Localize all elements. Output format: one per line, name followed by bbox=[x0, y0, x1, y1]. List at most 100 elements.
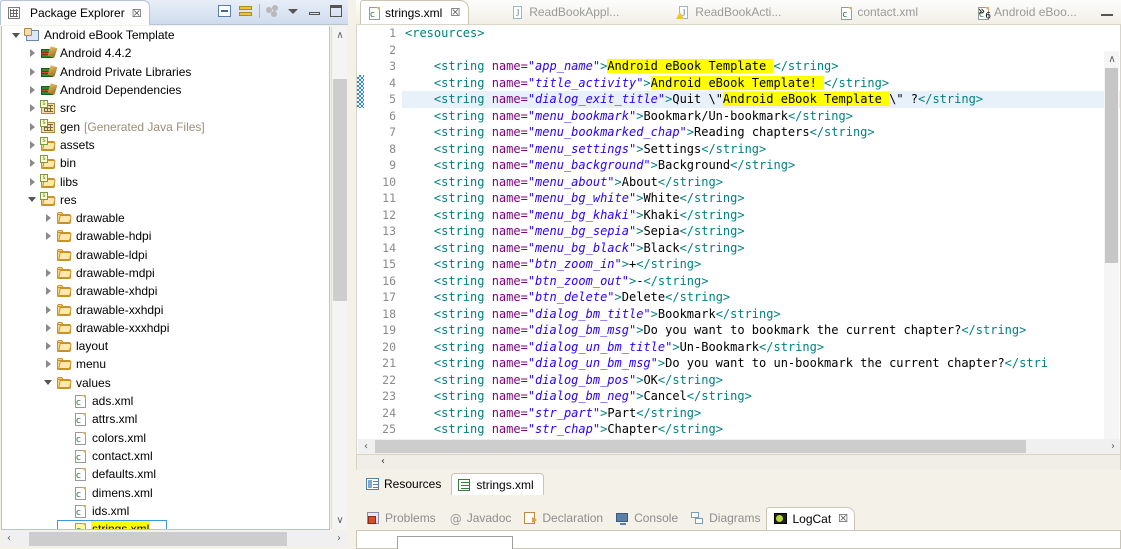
code-line[interactable]: <string name="str_chap">Chapter</string> bbox=[402, 421, 1120, 438]
code-line[interactable]: <string name="dialog_bm_neg">Cancel</str… bbox=[402, 388, 1120, 405]
code-line[interactable]: <string name="dialog_bm_msg">Do you want… bbox=[402, 322, 1120, 339]
code-line[interactable]: <string name="dialog_exit_title">Quit \"… bbox=[402, 91, 1120, 108]
editor-horizontal-scrollbar[interactable]: ‹ › bbox=[358, 439, 1120, 454]
code-line[interactable]: <string name="dialog_un_bm_msg">Do you w… bbox=[402, 355, 1120, 372]
tree-item-dimens-xml[interactable]: c dimens.xml bbox=[2, 483, 329, 501]
code-line[interactable]: <string name="menu_bg_black">Black</stri… bbox=[402, 240, 1120, 257]
tree-item-contact-xml[interactable]: c contact.xml bbox=[2, 447, 329, 465]
code-line[interactable]: <string name="btn_delete">Delete</string… bbox=[402, 289, 1120, 306]
chevron-right-icon[interactable] bbox=[43, 268, 54, 279]
code-line[interactable]: <string name="menu_about">About</string> bbox=[402, 174, 1120, 191]
code-line[interactable] bbox=[402, 42, 1120, 59]
chevron-down-icon[interactable] bbox=[43, 377, 54, 388]
tree-item-drawable[interactable]: drawable bbox=[2, 209, 329, 227]
scroll-left-arrow-icon[interactable]: ‹ bbox=[358, 439, 374, 454]
chevron-down-icon[interactable] bbox=[11, 30, 22, 41]
bottom-tab-console[interactable]: Console bbox=[609, 507, 684, 529]
tree-item-android-ebook-template[interactable]: Android eBook Template bbox=[2, 26, 329, 44]
bottom-tab-problems[interactable]: Problems bbox=[360, 507, 442, 529]
chevron-right-icon[interactable] bbox=[43, 231, 54, 242]
tree-item-drawable-xxxhdpi[interactable]: drawable-xxxhdpi bbox=[2, 319, 329, 337]
explorer-hscroll-thumb[interactable] bbox=[29, 532, 287, 546]
editor-tab-contact-xml[interactable]: c contact.xml bbox=[833, 0, 926, 24]
editor-vscroll-thumb[interactable] bbox=[1105, 68, 1118, 263]
chevron-right-icon[interactable] bbox=[27, 176, 38, 187]
bottom-tab-logcat[interactable]: LogCat ☒ bbox=[766, 506, 856, 530]
close-icon[interactable]: ☒ bbox=[838, 512, 848, 525]
tree-item-layout[interactable]: layout bbox=[2, 337, 329, 355]
chevron-down-icon[interactable] bbox=[27, 194, 38, 205]
focus-active-task-icon[interactable] bbox=[265, 3, 281, 19]
link-with-editor-icon[interactable] bbox=[238, 3, 254, 19]
code-line[interactable]: <string name="app_name">Android eBook Te… bbox=[402, 58, 1120, 75]
code-line[interactable]: <string name="menu_bg_sepia">Sepia</stri… bbox=[402, 223, 1120, 240]
explorer-vertical-scrollbar[interactable]: ∧ ∨ bbox=[331, 27, 347, 529]
chevron-right-icon[interactable] bbox=[43, 322, 54, 333]
tree-item-android-4-4-2[interactable]: Android 4.4.2 bbox=[2, 44, 329, 62]
tree-item-android-dependencies[interactable]: Android Dependencies bbox=[2, 81, 329, 99]
source-editor[interactable]: 1 2 3 4 5 6 7 8 9 10 11 12 13 14 15 16 17 18 19 20 21 22 23 24 2… bbox=[356, 25, 1121, 455]
tree-item-drawable-hdpi[interactable]: drawable-hdpi bbox=[2, 227, 329, 245]
code-line[interactable]: <string name="btn_zoom_out">-</string> bbox=[402, 273, 1120, 290]
code-line[interactable]: <string name="btn_zoom_in">+</string> bbox=[402, 256, 1120, 273]
close-icon[interactable]: ☒ bbox=[132, 7, 142, 20]
chevron-right-icon[interactable] bbox=[43, 213, 54, 224]
close-icon[interactable]: ☒ bbox=[450, 6, 460, 19]
code-line[interactable]: <string name="menu_bg_khaki">Khaki</stri… bbox=[402, 207, 1120, 224]
collapse-left-icon[interactable]: ‹ bbox=[381, 456, 385, 467]
tree-item-ids-xml[interactable]: c ids.xml bbox=[2, 502, 329, 520]
code-line[interactable]: <string name="dialog_bm_pos">OK</string> bbox=[402, 372, 1120, 389]
editor-vertical-scrollbar[interactable]: ∧ ∨ bbox=[1104, 51, 1120, 454]
tree-item-colors-xml[interactable]: c colors.xml bbox=[2, 429, 329, 447]
scroll-up-arrow-icon[interactable]: ∧ bbox=[332, 27, 348, 44]
chevron-right-icon[interactable] bbox=[27, 66, 38, 77]
code-line[interactable]: <string name="dialog_un_bm_title">Un-Boo… bbox=[402, 339, 1120, 356]
code-text[interactable]: <resources> <string name="app_name">Andr… bbox=[402, 25, 1120, 454]
code-line[interactable]: <string name="dialog_bm_title">Bookmark<… bbox=[402, 306, 1120, 323]
scroll-down-arrow-icon[interactable]: ∨ bbox=[332, 512, 348, 529]
tree-item-strings-xml[interactable]: cstrings.xml bbox=[2, 520, 329, 529]
chevron-right-icon[interactable] bbox=[27, 139, 38, 150]
chevron-right-icon[interactable] bbox=[27, 121, 38, 132]
minimize-icon[interactable] bbox=[307, 3, 323, 19]
editor-tab-strings-xml[interactable]: c strings.xml ☒ bbox=[360, 0, 470, 24]
code-line[interactable]: <string name="title_activity">Android eB… bbox=[402, 75, 1120, 92]
tree-item-drawable-xxhdpi[interactable]: drawable-xxhdpi bbox=[2, 300, 329, 318]
scroll-up-arrow-icon[interactable]: ∧ bbox=[1104, 51, 1120, 68]
tree-item-gen[interactable]: s gen [Generated Java Files] bbox=[2, 117, 329, 135]
tree-item-ads-xml[interactable]: c ads.xml bbox=[2, 392, 329, 410]
chevron-right-icon[interactable] bbox=[27, 158, 38, 169]
form-tab-strings-xml[interactable]: strings.xml bbox=[451, 473, 544, 495]
tree-item-values[interactable]: values bbox=[2, 374, 329, 392]
editor-tab-readbookacti[interactable]: J ReadBookActi... bbox=[671, 0, 789, 24]
tree-item-drawable-mdpi[interactable]: drawable-mdpi bbox=[2, 264, 329, 282]
chevron-right-icon[interactable] bbox=[27, 103, 38, 114]
view-menu-icon[interactable] bbox=[286, 3, 302, 19]
explorer-vscroll-thumb[interactable] bbox=[333, 79, 347, 301]
chevron-right-icon[interactable] bbox=[27, 85, 38, 96]
scroll-left-arrow-icon[interactable]: ‹ bbox=[1, 531, 17, 547]
editor-tab-readbookappl[interactable]: J ReadBookAppl... bbox=[505, 0, 627, 24]
maximize-icon[interactable] bbox=[328, 3, 344, 19]
code-line[interactable]: <string name="str_part">Part</string> bbox=[402, 405, 1120, 422]
bottom-tab-javadoc[interactable]: @ Javadoc bbox=[442, 507, 518, 529]
code-line[interactable]: <string name="menu_bookmarked_chap">Read… bbox=[402, 124, 1120, 141]
chevron-right-icon[interactable] bbox=[43, 359, 54, 370]
project-tree[interactable]: Android eBook Template Android 4.4.2 Andro… bbox=[1, 26, 330, 530]
editor-tab-overflow-icon[interactable]: »6 bbox=[978, 4, 991, 21]
bottom-tab-diagrams[interactable]: Diagrams bbox=[684, 507, 766, 529]
bottom-tab-declaration[interactable]: Declaration bbox=[517, 507, 609, 529]
tree-item-attrs-xml[interactable]: c attrs.xml bbox=[2, 410, 329, 428]
scroll-right-arrow-icon[interactable]: › bbox=[331, 531, 347, 547]
tree-item-src[interactable]: s src bbox=[2, 99, 329, 117]
collapse-all-icon[interactable] bbox=[217, 3, 233, 19]
tree-item-drawable-ldpi[interactable]: drawable-ldpi bbox=[2, 246, 329, 264]
chevron-right-icon[interactable] bbox=[27, 48, 38, 59]
scroll-right-arrow-icon[interactable]: › bbox=[1105, 439, 1120, 454]
code-line[interactable]: <string name="menu_background">Backgroun… bbox=[402, 157, 1120, 174]
tree-item-drawable-xhdpi[interactable]: drawable-xhdpi bbox=[2, 282, 329, 300]
editor-hscroll-thumb[interactable] bbox=[375, 440, 1026, 453]
chevron-right-icon[interactable] bbox=[43, 304, 54, 315]
tree-item-libs[interactable]: s libs bbox=[2, 172, 329, 190]
tree-item-defaults-xml[interactable]: c defaults.xml bbox=[2, 465, 329, 483]
